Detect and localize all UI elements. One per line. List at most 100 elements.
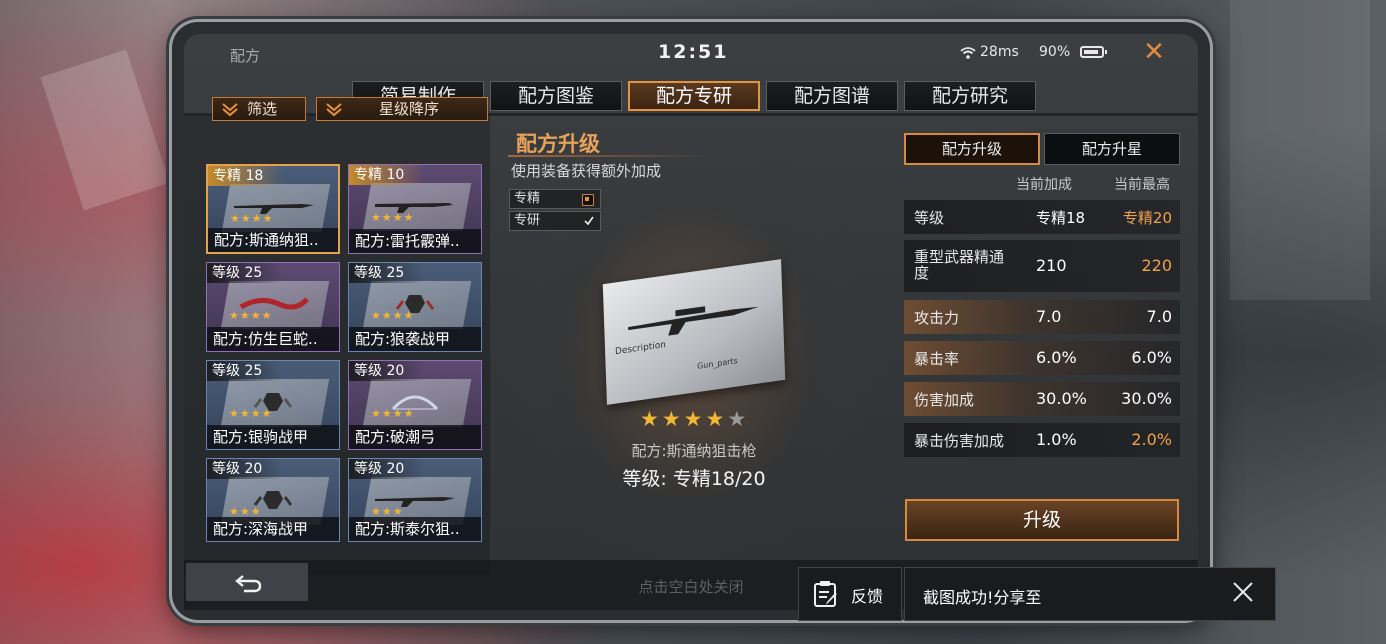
checkbox-label: 专精 (514, 191, 541, 206)
tab-recipe-atlas[interactable]: 配方图谱 (766, 81, 898, 111)
checkmark-icon (584, 216, 594, 226)
recipe-badge: 等级 25 (207, 263, 283, 283)
star-rating: ★★★★ (371, 309, 415, 322)
tab-recipe-research[interactable]: 配方研究 (904, 81, 1036, 111)
recipe-card[interactable]: 等级 20 ★★★ 配方:斯泰尔狙.. (348, 458, 482, 542)
filter-button[interactable]: 筛选 (212, 97, 306, 121)
stat-max: 30.0% (1121, 389, 1172, 408)
recipe-name: 配方:斯通纳狙.. (208, 228, 338, 252)
recipe-name: 配方:狼袭战甲 (349, 327, 481, 351)
chevron-down-icon (326, 103, 342, 117)
recipe-badge: 专精 10 (349, 165, 425, 185)
tab-recipe-upgrade[interactable]: 配方升级 (904, 133, 1040, 165)
chevron-down-icon (222, 103, 238, 117)
stat-name: 等级 (914, 209, 945, 227)
recipe-card[interactable]: 等级 20 ★★★★ 配方:破潮弓 (348, 360, 482, 450)
stat-current: 1.0% (1036, 430, 1077, 449)
stat-max: 7.0 (1146, 307, 1172, 326)
recipe-badge: 等级 25 (349, 263, 425, 283)
star-icon: ★ (705, 407, 728, 431)
stat-current: 专精18 (1036, 209, 1086, 227)
stat-row: 等级 专精18 专精20 (904, 200, 1180, 234)
stat-max: 2.0% (1131, 430, 1172, 449)
star-rating: ★★★★ (229, 309, 273, 322)
recipe-name: 配方:破潮弓 (349, 425, 481, 449)
wifi-icon (960, 47, 976, 59)
stat-name: 暴击率 (914, 350, 960, 368)
battery-percent: 90% (1039, 44, 1071, 60)
stat-max: 专精20 (1122, 209, 1172, 227)
stat-row: 暴击伤害加成 1.0% 2.0% (904, 423, 1180, 457)
stat-name: 攻击力 (914, 309, 960, 327)
tab-recipe-catalog[interactable]: 配方图鉴 (490, 81, 622, 111)
section-subtitle: 使用装备获得额外加成 (511, 162, 662, 180)
sort-label: 星级降序 (379, 100, 440, 118)
recipe-name: 配方:斯泰尔狙.. (349, 517, 481, 541)
feedback-label: 反馈 (851, 587, 884, 606)
filter-label: 筛选 (247, 100, 278, 118)
star-icon: ★ (640, 407, 662, 431)
close-icon[interactable]: ✕ (1142, 39, 1166, 65)
recipe-badge: 等级 20 (349, 459, 425, 479)
section-title: 配方升级 (516, 132, 600, 156)
star-rating: ★★★★ (371, 407, 415, 420)
stat-current: 210 (1036, 256, 1067, 275)
item-name: 配方:斯通纳狙击枪 (631, 442, 757, 460)
recipe-badge: 等级 20 (207, 459, 283, 479)
partial-check-icon (582, 194, 594, 206)
recipe-card[interactable]: 等级 25 ★★★★ 配方:仿生巨蛇.. (206, 262, 340, 352)
blueprint-text: Gun_parts (697, 356, 738, 371)
stat-current: 30.0% (1036, 389, 1087, 408)
feedback-clipboard-icon (814, 581, 837, 607)
stat-name: 重型武器精通度 (914, 248, 1005, 282)
star-rating: ★★★★ (230, 212, 274, 225)
feedback-button[interactable]: 反馈 (798, 567, 902, 621)
stat-row: 暴击率 6.0% 6.0% (904, 341, 1180, 375)
recipe-card[interactable]: 专精 10 ★★★★ 配方:雷托霰弹.. (348, 164, 482, 254)
checkbox-mastery[interactable]: 专精 (509, 189, 601, 209)
blueprint-text: Description (614, 340, 667, 358)
sort-button[interactable]: 星级降序 (316, 97, 488, 121)
ping-value: 28ms (980, 44, 1019, 60)
star-icon: ★ (661, 407, 684, 431)
stat-row: 攻击力 7.0 7.0 (904, 300, 1180, 334)
recipe-card[interactable]: 专精 18 ★★★★ 配方:斯通纳狙.. (206, 164, 340, 254)
stat-current: 6.0% (1036, 348, 1077, 367)
recipe-name: 配方:雷托霰弹.. (349, 229, 481, 253)
star-icon: ★ (683, 407, 706, 431)
checkbox-research[interactable]: 专研 (509, 211, 601, 231)
tab-recipe-star-up[interactable]: 配方升星 (1044, 133, 1180, 165)
status-bar: 配方 12:51 28ms 90% ✕ (184, 34, 1198, 72)
recipe-card[interactable]: 等级 25 ★★★★ 配方:狼袭战甲 (348, 262, 482, 352)
close-icon[interactable] (1231, 580, 1255, 604)
item-level: 等级: 专精18/20 (622, 468, 766, 490)
sniper-rifle-icon (628, 306, 759, 336)
tab-recipe-specialization[interactable]: 配方专研 (628, 81, 760, 111)
window-title: 配方 (230, 47, 261, 65)
toast-message: 截图成功!分享至 (923, 588, 1042, 607)
header-max: 当前最高 (1114, 177, 1170, 193)
clock: 12:51 (658, 41, 729, 63)
stat-max: 220 (1141, 256, 1172, 275)
recipe-badge: 等级 20 (349, 361, 425, 381)
upgrade-button[interactable]: 升级 (905, 499, 1179, 541)
recipe-name: 配方:深海战甲 (207, 517, 339, 541)
stat-name: 暴击伤害加成 (914, 432, 1005, 450)
recipe-name: 配方:银驹战甲 (207, 425, 339, 449)
battery-icon (1080, 46, 1107, 58)
checkbox-label: 专研 (514, 213, 541, 228)
recipe-card[interactable]: 等级 20 ★★★ 配方:深海战甲 (206, 458, 340, 542)
recipe-badge: 等级 25 (207, 361, 283, 381)
recipe-card[interactable]: 等级 25 ★★★★ 配方:银驹战甲 (206, 360, 340, 450)
stat-current: 7.0 (1036, 307, 1062, 326)
recipe-blueprint-image: Description Gun_parts (602, 259, 786, 405)
title-underline (508, 155, 708, 157)
screenshot-toast: 截图成功!分享至 (904, 567, 1276, 621)
header-current: 当前加成 (1016, 177, 1072, 193)
back-button[interactable] (186, 563, 308, 601)
stat-max: 6.0% (1131, 348, 1172, 367)
star-rating: ★★★★ (371, 211, 415, 224)
recipe-badge: 专精 18 (208, 166, 284, 186)
recipe-name: 配方:仿生巨蛇.. (207, 327, 339, 351)
star-rating: ★★★★ (229, 407, 273, 420)
